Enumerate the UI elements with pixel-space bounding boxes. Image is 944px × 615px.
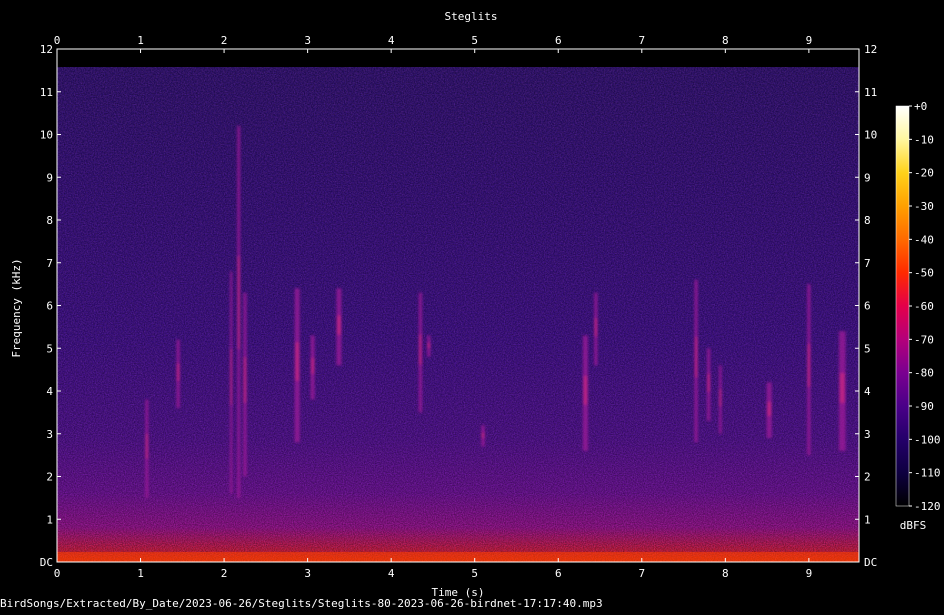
- colorbar-tick-label: -30: [914, 200, 934, 213]
- y-axis-label: Frequency (kHz): [10, 258, 23, 357]
- spectrogram-chart: 0123456789 0123456789 DC123456789101112 …: [10, 10, 941, 599]
- x-tick-label-top: 0: [54, 34, 61, 47]
- y-tick-label-left: 8: [46, 214, 53, 227]
- file-path-label: BirdSongs/Extracted/By_Date/2023-06-26/S…: [0, 597, 603, 610]
- plot-area: [57, 49, 859, 562]
- call-mark-core: [176, 363, 180, 381]
- call-mark-core: [337, 315, 341, 335]
- colorbar-tick-label: -10: [914, 133, 934, 146]
- y-tick-label-right: DC: [864, 556, 877, 569]
- colorbar-tick-label: -120: [914, 500, 941, 513]
- call-mark-core: [230, 349, 233, 405]
- call-mark-core: [767, 401, 772, 416]
- y-tick-label-left: 1: [46, 513, 53, 526]
- call-mark-core: [839, 373, 845, 403]
- call-mark-core: [707, 373, 710, 392]
- x-tick-label-bottom: 4: [388, 567, 395, 580]
- x-tick-label-top: 1: [137, 34, 144, 47]
- call-mark-core: [719, 389, 722, 407]
- x-tick-label-bottom: 3: [304, 567, 311, 580]
- call-mark-core: [295, 342, 300, 381]
- call-mark-core: [243, 357, 247, 403]
- y-tick-label-left: 3: [46, 428, 53, 441]
- y-tick-label-right: 4: [864, 385, 871, 398]
- y-tick-label-left: 10: [40, 129, 53, 142]
- x-tick-label-top: 6: [555, 34, 562, 47]
- y-tick-label-right: 11: [864, 86, 877, 99]
- call-mark-core: [145, 433, 148, 459]
- call-mark-core: [427, 342, 431, 349]
- y-tick-label-right: 3: [864, 428, 871, 441]
- colorbar-unit-label: dBFS: [900, 519, 927, 532]
- colorbar-tick-label: -50: [914, 267, 934, 280]
- x-tick-label-bottom: 2: [221, 567, 228, 580]
- y-tick-label-right: 5: [864, 342, 871, 355]
- call-mark-core: [237, 256, 240, 350]
- chart-title: Steglits: [445, 10, 498, 23]
- colorbar: +0 -10 -20 -30 -40 -50 -60 -70 -80 -90 -100 -110 -12…: [895, 100, 941, 532]
- call-mark-core: [594, 318, 598, 337]
- colorbar-tick-label: -100: [914, 433, 941, 446]
- y-tick-label-right: 7: [864, 257, 871, 270]
- low-frequency-band: [57, 552, 859, 562]
- x-tick-label-top: 5: [471, 34, 478, 47]
- y-tick-label-right: 12: [864, 43, 877, 56]
- x-tick-label-top: 3: [304, 34, 311, 47]
- y-tick-label-left: 11: [40, 86, 53, 99]
- y-tick-label-right: 9: [864, 171, 871, 184]
- y-tick-label-left: 2: [46, 471, 53, 484]
- x-tick-label-bottom: 5: [471, 567, 478, 580]
- colorbar-tick-label: -40: [914, 233, 934, 246]
- colorbar-tick-label: -110: [914, 467, 941, 480]
- call-mark-core: [694, 336, 698, 378]
- y-tick-label-left: 6: [46, 300, 53, 313]
- x-tick-label-bottom: 6: [555, 567, 562, 580]
- colorbar-tick-label: -80: [914, 367, 934, 380]
- y-tick-label-right: 2: [864, 471, 871, 484]
- call-mark-core: [419, 334, 422, 365]
- x-tick-label-top: 8: [722, 34, 729, 47]
- spectrogram-figure: 0123456789 0123456789 DC 1 2 3 4 5 6 7 8 9 10 11 12 …: [0, 0, 944, 611]
- y-tick-label-right: 1: [864, 513, 871, 526]
- call-mark-core: [481, 432, 485, 439]
- colorbar-tick-label: -20: [914, 167, 934, 180]
- x-tick-label-bottom: 0: [54, 567, 61, 580]
- call-mark-core: [583, 375, 588, 405]
- call-mark-core: [311, 357, 315, 374]
- x-tick-label-bottom: 1: [137, 567, 144, 580]
- y-tick-label-left: 4: [46, 385, 53, 398]
- x-tick-label-top: 2: [221, 34, 228, 47]
- colorbar-tick-label: -90: [914, 400, 934, 413]
- spectrogram-noise-dark: [57, 67, 859, 562]
- y-tick-label-right: 6: [864, 300, 871, 313]
- colorbar-tick-label: -70: [914, 333, 934, 346]
- y-tick-label-right: 8: [864, 214, 871, 227]
- y-tick-label-right: 10: [864, 129, 877, 142]
- x-tick-label-bottom: 8: [722, 567, 729, 580]
- y-tick-label-left: DC: [40, 556, 53, 569]
- colorbar-tick-label: +0: [914, 100, 927, 113]
- x-tick-label-top: 9: [806, 34, 813, 47]
- colorbar-ticks: +0 -10 -20 -30 -40 -50 -60 -70 -80 -90 -100 -110 -12…: [909, 100, 941, 513]
- colorbar-gradient: [896, 106, 909, 506]
- y-tick-label-left: 5: [46, 342, 53, 355]
- y-tick-label-left: 9: [46, 171, 53, 184]
- x-tick-label-top: 4: [388, 34, 395, 47]
- y-tick-label-left: 12: [40, 43, 53, 56]
- y-tick-label-left: 7: [46, 257, 53, 270]
- x-tick-label-bottom: 9: [806, 567, 813, 580]
- colorbar-tick-label: -60: [914, 300, 934, 313]
- x-tick-label-bottom: 7: [638, 567, 645, 580]
- call-mark-core: [807, 343, 811, 387]
- x-tick-label-top: 7: [638, 34, 645, 47]
